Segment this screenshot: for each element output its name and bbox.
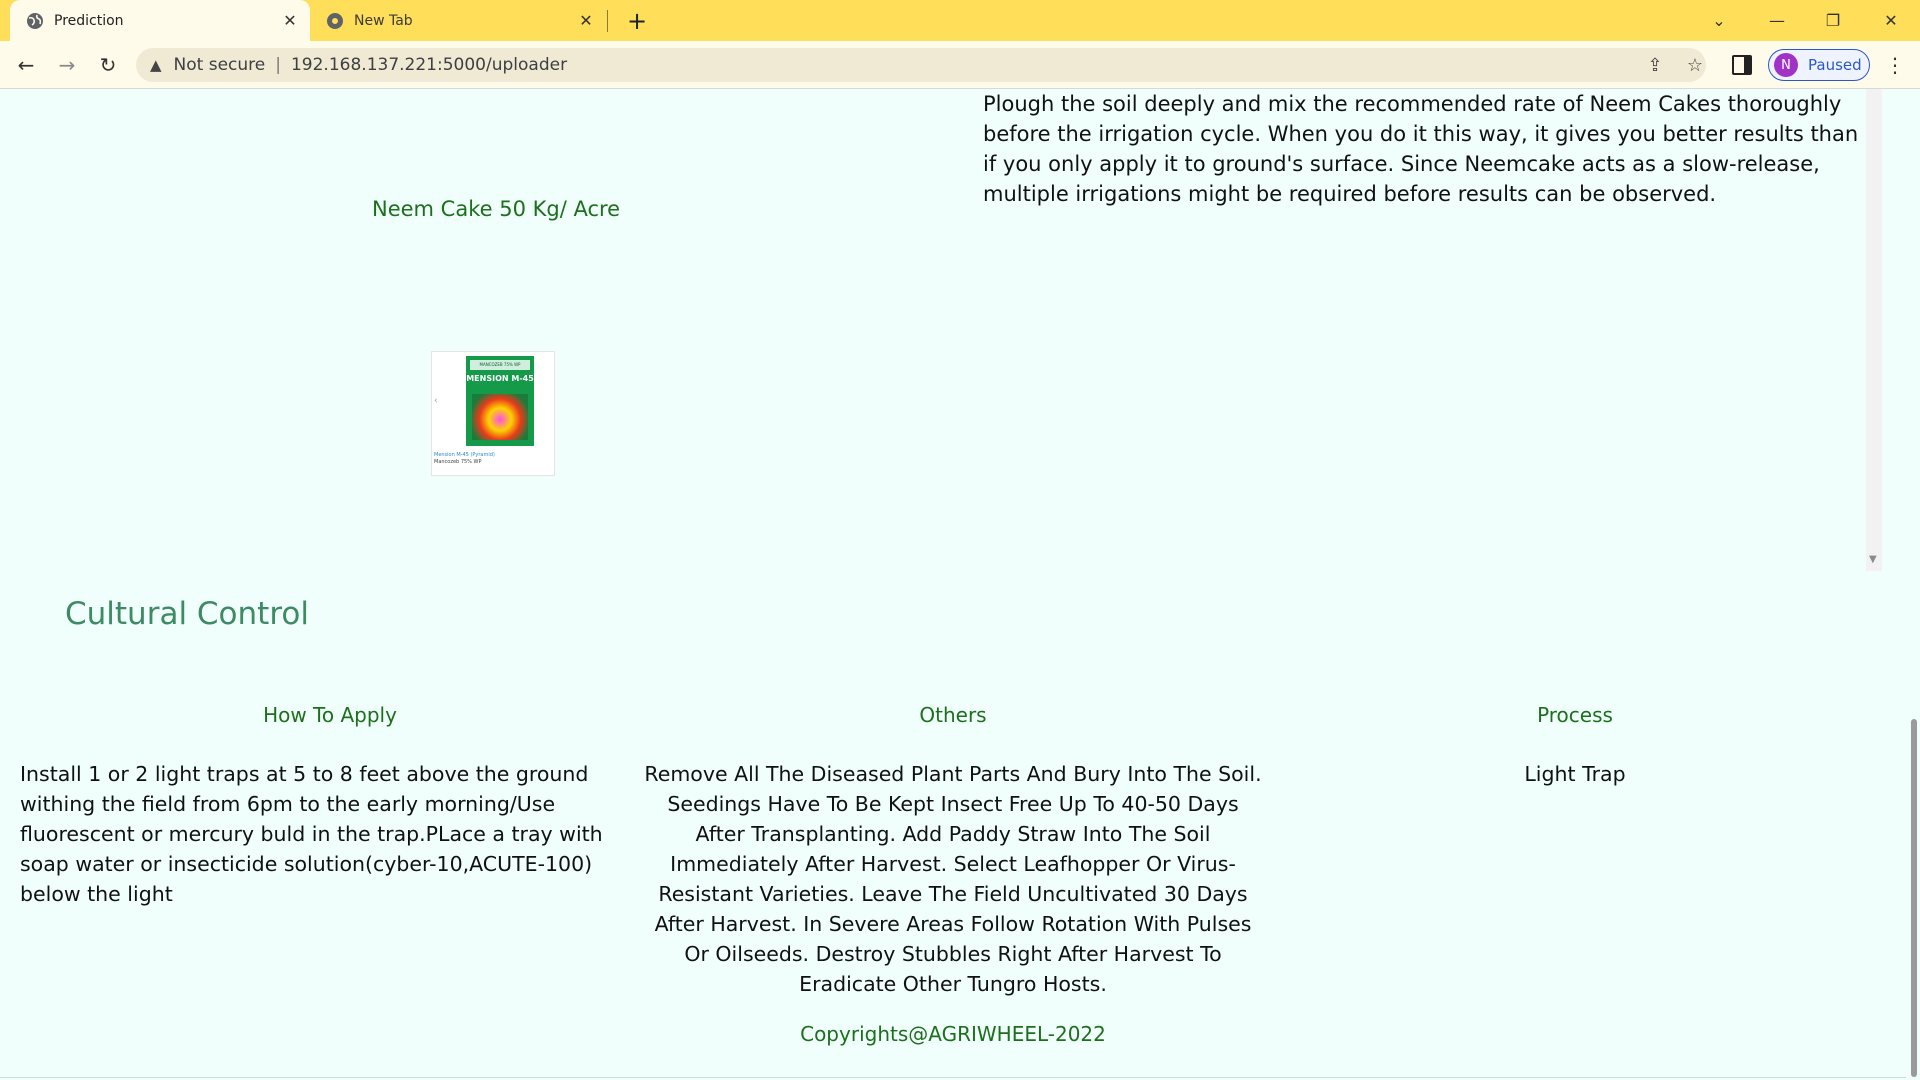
tab-title: Prediction: [54, 12, 124, 29]
scroll-down-arrow-icon[interactable]: ▼: [1869, 554, 1877, 565]
avatar: N: [1774, 53, 1798, 77]
scrollbar-thumb[interactable]: [1911, 719, 1917, 1077]
process-text: Light Trap: [1524, 762, 1626, 786]
address-bar[interactable]: ▲ Not secure | 192.168.137.221:5000/uplo…: [136, 48, 1706, 82]
product-band: MANCOZEB 75% WP: [470, 360, 530, 370]
menu-icon[interactable]: ⋮: [1880, 49, 1910, 81]
product-caption: Mension M-45 (Pyramid) Mancozeb 75% WP: [434, 452, 495, 466]
process-heading: Process: [1537, 703, 1613, 727]
profile-button[interactable]: N Paused: [1768, 49, 1870, 81]
caption-line-2: Mancozeb 75% WP: [434, 459, 482, 465]
tab-separator: [607, 10, 608, 32]
chemical-control-panel: Neem Cake 50 Kg/ Acre ‹ MANCOZEB 75% WP …: [0, 89, 1882, 571]
how-to-apply-text: Install 1 or 2 light traps at 5 to 8 fee…: [20, 762, 603, 906]
page-scrollbar[interactable]: [1908, 89, 1920, 1080]
caption-line-1: Mension M-45 (Pyramid): [434, 452, 495, 458]
panel-scrollbar[interactable]: ▼: [1866, 89, 1882, 571]
restore-icon[interactable]: ❐: [1808, 0, 1858, 41]
url-text[interactable]: 192.168.137.221:5000/uploader: [291, 55, 567, 75]
page-viewport: Neem Cake 50 Kg/ Acre ‹ MANCOZEB 75% WP …: [0, 89, 1920, 1080]
how-to-apply-heading: How To Apply: [263, 703, 397, 727]
share-icon[interactable]: ⇪: [1638, 48, 1672, 82]
tab-title: New Tab: [354, 12, 413, 29]
tab-strip: Prediction ✕ New Tab ✕ + ⌄ — ❐ ✕: [0, 0, 1920, 41]
others-heading: Others: [919, 703, 987, 727]
tab-search-icon[interactable]: ⌄: [1694, 0, 1744, 41]
forward-icon[interactable]: →: [51, 49, 83, 81]
browser-toolbar: ← → ↻ ▲ Not secure | 192.168.137.221:500…: [0, 41, 1920, 89]
chemical-name: Neem Cake 50 Kg/ Acre: [372, 197, 621, 221]
others-text: Remove All The Diseased Plant Parts And …: [644, 762, 1262, 996]
back-icon[interactable]: ←: [10, 49, 42, 81]
security-label[interactable]: Not secure: [174, 55, 266, 75]
minimize-icon[interactable]: —: [1752, 0, 1802, 41]
section-title: Cultural Control: [65, 596, 309, 632]
chemical-instructions: Plough the soil deeply and mix the recom…: [983, 92, 1859, 206]
chevron-left-icon: ‹: [434, 396, 438, 406]
product-image: ‹ MANCOZEB 75% WP MENSION M-45 Mension M…: [431, 351, 555, 476]
product-artwork: [472, 394, 528, 440]
address-divider: |: [275, 55, 281, 75]
reload-icon[interactable]: ↻: [92, 49, 124, 81]
close-icon[interactable]: ✕: [576, 11, 596, 31]
warning-icon[interactable]: ▲: [150, 56, 162, 74]
product-brand: MENSION M-45: [466, 374, 534, 383]
chrome-icon: [327, 12, 343, 29]
profile-status: Paused: [1808, 56, 1862, 74]
globe-icon: [27, 12, 43, 29]
product-bag: MANCOZEB 75% WP MENSION M-45: [466, 356, 534, 446]
footer-divider: [0, 1077, 1906, 1078]
new-tab-button[interactable]: +: [624, 7, 650, 35]
window-close-icon[interactable]: ✕: [1866, 0, 1916, 41]
tab-new-tab[interactable]: New Tab ✕: [316, 0, 606, 41]
tab-prediction[interactable]: Prediction ✕: [10, 0, 310, 41]
star-icon[interactable]: ☆: [1678, 48, 1712, 82]
side-panel-icon[interactable]: [1732, 55, 1752, 75]
footer-copyright: Copyrights@AGRIWHEEL-2022: [800, 1022, 1106, 1046]
close-icon[interactable]: ✕: [280, 11, 300, 31]
